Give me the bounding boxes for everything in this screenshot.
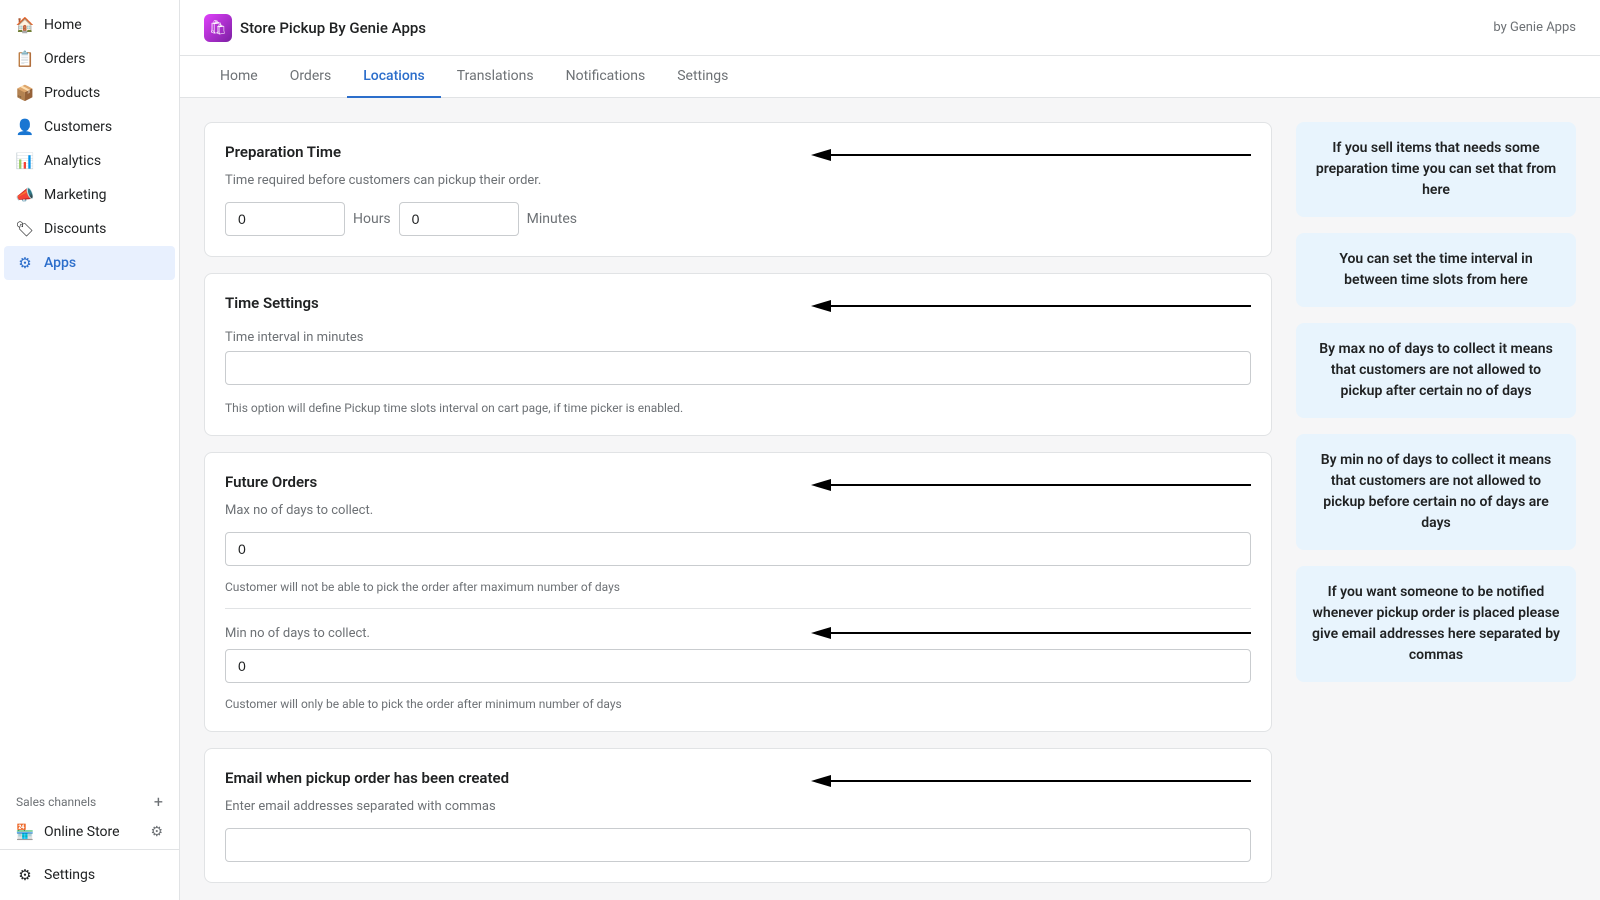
main-cards: Preparation Time Time required before cu… bbox=[204, 122, 1272, 883]
sidebar-bottom: ⚙ Settings bbox=[0, 849, 179, 900]
tab-settings[interactable]: Settings bbox=[661, 56, 744, 98]
max-days-input[interactable] bbox=[225, 532, 1251, 566]
sidebar-item-online-store[interactable]: 🏪 Online Store ⚙ bbox=[4, 815, 175, 849]
min-days-hint: Customer will only be able to pick the o… bbox=[225, 697, 1251, 711]
sidebar-item-customers[interactable]: 👤 Customers bbox=[4, 110, 175, 144]
discounts-icon: 🏷 bbox=[16, 220, 34, 238]
sidebar-item-settings[interactable]: ⚙ Settings bbox=[4, 858, 175, 892]
sidebar-item-label: Orders bbox=[44, 51, 86, 67]
sidebar-item-orders[interactable]: 📋 Orders bbox=[4, 42, 175, 76]
sidebar-item-label: Apps bbox=[44, 255, 76, 271]
tooltip-min-days: By min no of days to collect it means th… bbox=[1296, 434, 1576, 550]
tab-notifications[interactable]: Notifications bbox=[550, 56, 662, 98]
preparation-time-title: Preparation Time bbox=[225, 143, 811, 161]
time-settings-hint: This option will define Pickup time slot… bbox=[225, 401, 1251, 415]
products-icon: 📦 bbox=[16, 84, 34, 102]
sidebar-item-analytics[interactable]: 📊 Analytics bbox=[4, 144, 175, 178]
email-notification-card: Email when pickup order has been created… bbox=[204, 748, 1272, 883]
add-sales-channel-button[interactable]: + bbox=[154, 792, 163, 811]
min-days-label: Min no of days to collect. bbox=[225, 626, 811, 641]
tooltip-preparation: If you sell items that needs some prepar… bbox=[1296, 122, 1576, 217]
sidebar-nav: 🏠 Home 📋 Orders 📦 Products 👤 Customers 📊… bbox=[0, 0, 179, 780]
orders-icon: 📋 bbox=[16, 50, 34, 68]
home-icon: 🏠 bbox=[16, 16, 34, 34]
time-interval-label: Time interval in minutes bbox=[225, 330, 1251, 345]
arrow-icon bbox=[811, 623, 1251, 643]
tab-orders[interactable]: Orders bbox=[274, 56, 348, 98]
sidebar-item-products[interactable]: 📦 Products bbox=[4, 76, 175, 110]
main-area: 🛍 Store Pickup By Genie Apps by Genie Ap… bbox=[180, 0, 1600, 900]
future-orders-subtitle: Max no of days to collect. bbox=[225, 503, 1251, 518]
sidebar-item-discounts[interactable]: 🏷 Discounts bbox=[4, 212, 175, 246]
time-settings-title: Time Settings bbox=[225, 294, 811, 312]
sidebar-item-label: Home bbox=[44, 17, 82, 33]
sidebar-item-label: Customers bbox=[44, 119, 112, 135]
app-logo-icon: 🛍 bbox=[204, 14, 232, 42]
arrow-icon bbox=[811, 145, 1251, 165]
sidebar: 🏠 Home 📋 Orders 📦 Products 👤 Customers 📊… bbox=[0, 0, 180, 900]
future-orders-title: Future Orders bbox=[225, 473, 811, 491]
hours-input[interactable] bbox=[225, 202, 345, 236]
app-logo: 🛍 Store Pickup By Genie Apps bbox=[204, 14, 426, 42]
sidebar-item-label: Settings bbox=[44, 867, 95, 883]
tabs: Home Orders Locations Translations Notif… bbox=[180, 56, 1600, 98]
time-settings-card: Time Settings Time interval in minutes T… bbox=[204, 273, 1272, 436]
sidebar-item-label: Analytics bbox=[44, 153, 101, 169]
online-store-icon: 🏪 bbox=[16, 823, 34, 841]
preparation-time-subtitle: Time required before customers can picku… bbox=[225, 173, 1251, 188]
tooltip-max-days: By max no of days to collect it means th… bbox=[1296, 323, 1576, 418]
email-notification-title: Email when pickup order has been created bbox=[225, 769, 811, 787]
tab-locations[interactable]: Locations bbox=[347, 56, 441, 98]
topbar: 🛍 Store Pickup By Genie Apps by Genie Ap… bbox=[180, 0, 1600, 56]
tab-translations[interactable]: Translations bbox=[441, 56, 550, 98]
tooltip-email: If you want someone to be notified whene… bbox=[1296, 566, 1576, 682]
settings-icon: ⚙ bbox=[16, 866, 34, 884]
preparation-time-inputs: Hours Minutes bbox=[225, 202, 1251, 236]
tab-home[interactable]: Home bbox=[204, 56, 274, 98]
online-store-settings-icon[interactable]: ⚙ bbox=[150, 824, 163, 840]
tooltips-panel: If you sell items that needs some prepar… bbox=[1296, 122, 1576, 682]
app-name: Store Pickup By Genie Apps bbox=[240, 19, 426, 37]
sidebar-item-label: Marketing bbox=[44, 187, 107, 203]
arrow-icon bbox=[811, 771, 1251, 791]
sidebar-item-label: Discounts bbox=[44, 221, 106, 237]
sidebar-item-home[interactable]: 🏠 Home bbox=[4, 8, 175, 42]
hours-label: Hours bbox=[353, 211, 391, 227]
time-interval-input[interactable] bbox=[225, 351, 1251, 385]
sidebar-item-label: Online Store bbox=[44, 824, 120, 840]
sidebar-item-apps[interactable]: ⚙ Apps bbox=[4, 246, 175, 280]
analytics-icon: 📊 bbox=[16, 152, 34, 170]
by-label: by Genie Apps bbox=[1493, 20, 1576, 35]
apps-icon: ⚙ bbox=[16, 254, 34, 272]
tooltip-time-settings: You can set the time interval in between… bbox=[1296, 233, 1576, 307]
arrow-icon bbox=[811, 475, 1251, 495]
content-area: Preparation Time Time required before cu… bbox=[180, 98, 1600, 900]
arrow-icon bbox=[811, 296, 1251, 316]
future-orders-card: Future Orders Max no of days to collect.… bbox=[204, 452, 1272, 732]
sidebar-item-marketing[interactable]: 📣 Marketing bbox=[4, 178, 175, 212]
minutes-label: Minutes bbox=[527, 211, 577, 227]
customers-icon: 👤 bbox=[16, 118, 34, 136]
sidebar-item-label: Products bbox=[44, 85, 100, 101]
email-input[interactable] bbox=[225, 828, 1251, 862]
email-notification-subtitle: Enter email addresses separated with com… bbox=[225, 799, 1251, 814]
max-days-hint: Customer will not be able to pick the or… bbox=[225, 580, 1251, 594]
minutes-input[interactable] bbox=[399, 202, 519, 236]
marketing-icon: 📣 bbox=[16, 186, 34, 204]
sales-channels-section: Sales channels + bbox=[0, 780, 179, 815]
min-days-input[interactable] bbox=[225, 649, 1251, 683]
preparation-time-card: Preparation Time Time required before cu… bbox=[204, 122, 1272, 257]
